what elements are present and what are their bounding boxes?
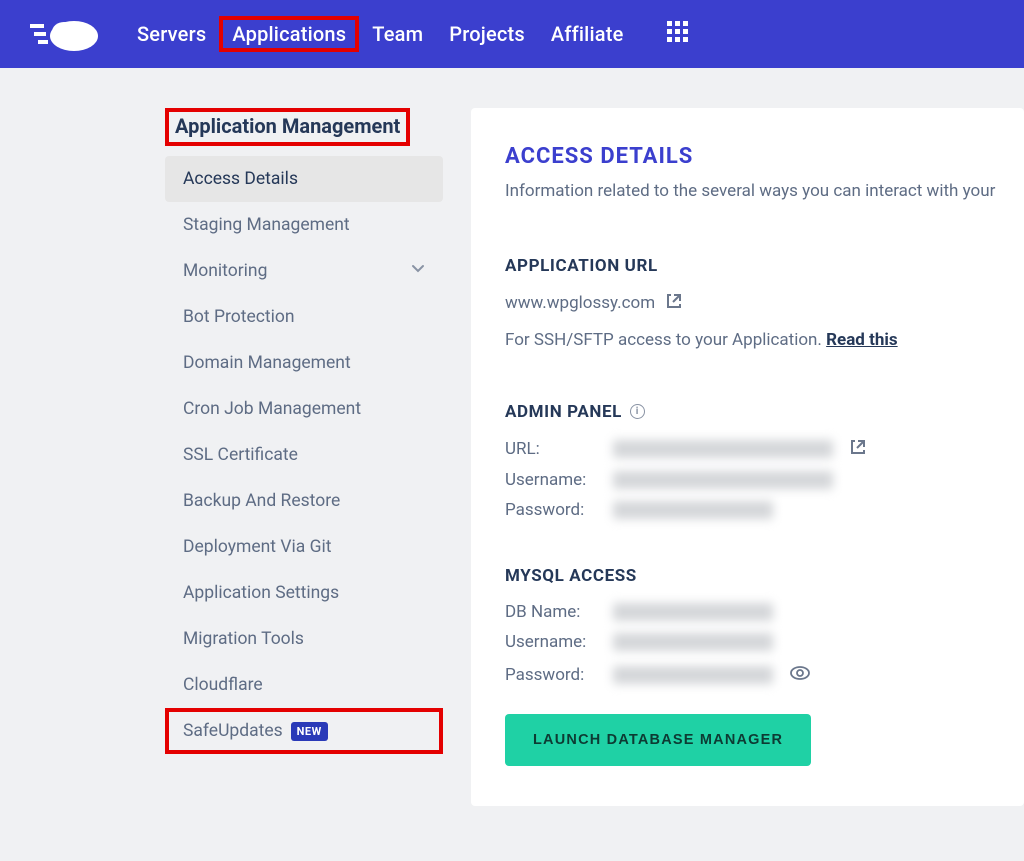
sidebar-item-migration[interactable]: Migration Tools	[165, 616, 443, 662]
nav-items: Servers Applications Team Projects Affil…	[124, 16, 689, 52]
highlight-applications: Applications	[219, 16, 359, 52]
sidebar-item-safeupdates[interactable]: SafeUpdates NEW	[183, 721, 328, 741]
sidebar-title: Application Management	[175, 114, 400, 138]
mysql-password-value	[613, 666, 773, 684]
sidebar-item-bot-protection[interactable]: Bot Protection	[165, 294, 443, 340]
nav-applications[interactable]: Applications	[232, 22, 346, 46]
top-nav: Servers Applications Team Projects Affil…	[0, 0, 1024, 68]
sidebar-item-label: Monitoring	[183, 261, 267, 281]
admin-panel-grid: URL: Username: Password:	[505, 438, 1024, 520]
username-label: Username:	[505, 470, 597, 490]
page-subtitle: Information related to the several ways …	[505, 179, 1024, 204]
sidebar-item-cloudflare[interactable]: Cloudflare	[165, 662, 443, 708]
nav-team[interactable]: Team	[359, 16, 436, 52]
highlight-safeupdates: SafeUpdates NEW	[165, 708, 443, 754]
password-label: Password:	[505, 500, 597, 520]
content-card: ACCESS DETAILS Information related to th…	[471, 108, 1024, 806]
sidebar-item-label: Migration Tools	[183, 629, 304, 649]
application-url-value[interactable]: www.wpglossy.com	[505, 293, 655, 313]
mysql-dbname-value	[613, 603, 773, 621]
new-badge: NEW	[291, 722, 328, 741]
application-url-heading: APPLICATION URL	[505, 256, 1024, 276]
ssh-note: For SSH/SFTP access to your Application.…	[505, 330, 1024, 350]
ssh-note-text: For SSH/SFTP access to your Application.	[505, 330, 826, 350]
admin-username-value	[613, 471, 833, 489]
application-url-row: www.wpglossy.com	[505, 292, 1024, 314]
sidebar-item-access-details[interactable]: Access Details	[165, 156, 443, 202]
sidebar-item-staging[interactable]: Staging Management	[165, 202, 443, 248]
sidebar-item-label: Application Settings	[183, 583, 339, 603]
mysql-username-value	[613, 633, 773, 651]
chevron-down-icon	[411, 261, 425, 281]
sidebar-items: Access Details Staging Management Monito…	[165, 156, 443, 754]
sidebar-item-label: Domain Management	[183, 353, 351, 373]
sidebar-item-label: SSL Certificate	[183, 445, 298, 465]
mysql-heading-text: MYSQL ACCESS	[505, 566, 637, 586]
sidebar-item-backup[interactable]: Backup And Restore	[165, 478, 443, 524]
username-label: Username:	[505, 632, 597, 652]
sidebar-item-label: Deployment Via Git	[183, 537, 332, 557]
admin-password-value	[613, 501, 773, 519]
sidebar-item-cron[interactable]: Cron Job Management	[165, 386, 443, 432]
admin-url-value	[613, 440, 833, 458]
sidebar-item-monitoring[interactable]: Monitoring	[165, 248, 443, 294]
info-icon[interactable]: i	[630, 404, 645, 419]
admin-panel-heading-text: ADMIN PANEL	[505, 402, 622, 422]
logo[interactable]	[30, 14, 100, 54]
mysql-grid: DB Name: Username: Password:	[505, 602, 1024, 688]
nav-projects[interactable]: Projects	[436, 16, 538, 52]
highlight-sidebar-title: Application Management	[165, 108, 410, 146]
mysql-username-row: Username:	[505, 632, 1024, 652]
nav-servers[interactable]: Servers	[124, 16, 219, 52]
url-label: URL:	[505, 439, 597, 459]
sidebar-item-domain[interactable]: Domain Management	[165, 340, 443, 386]
sidebar-item-label: Bot Protection	[183, 307, 295, 327]
password-label: Password:	[505, 665, 597, 685]
page-title: ACCESS DETAILS	[505, 144, 1024, 169]
application-url-heading-text: APPLICATION URL	[505, 256, 658, 276]
sidebar-item-label: Access Details	[183, 169, 298, 189]
apps-grid-icon[interactable]	[667, 21, 689, 47]
sidebar-item-ssl[interactable]: SSL Certificate	[165, 432, 443, 478]
sidebar-item-label: Cron Job Management	[183, 399, 361, 419]
mysql-heading: MYSQL ACCESS	[505, 566, 1024, 586]
external-link-icon[interactable]	[849, 438, 867, 460]
sidebar-item-settings[interactable]: Application Settings	[165, 570, 443, 616]
eye-icon[interactable]	[789, 662, 811, 688]
nav-affiliate[interactable]: Affiliate	[538, 16, 637, 52]
page-body: Application Management Access Details St…	[0, 68, 1024, 806]
mysql-password-row: Password:	[505, 662, 1024, 688]
sidebar-item-label: SafeUpdates	[183, 721, 283, 741]
sidebar: Application Management Access Details St…	[165, 108, 443, 806]
sidebar-item-label: Cloudflare	[183, 675, 263, 695]
admin-url-row: URL:	[505, 438, 1024, 460]
sidebar-item-label: Backup And Restore	[183, 491, 340, 511]
admin-username-row: Username:	[505, 470, 1024, 490]
launch-database-manager-button[interactable]: LAUNCH DATABASE MANAGER	[505, 714, 811, 766]
read-this-link[interactable]: Read this	[826, 330, 897, 350]
sidebar-item-label: Staging Management	[183, 215, 350, 235]
admin-password-row: Password:	[505, 500, 1024, 520]
sidebar-item-git[interactable]: Deployment Via Git	[165, 524, 443, 570]
admin-panel-heading: ADMIN PANEL i	[505, 402, 1024, 422]
external-link-icon[interactable]	[665, 292, 683, 314]
dbname-label: DB Name:	[505, 602, 597, 622]
mysql-dbname-row: DB Name:	[505, 602, 1024, 622]
